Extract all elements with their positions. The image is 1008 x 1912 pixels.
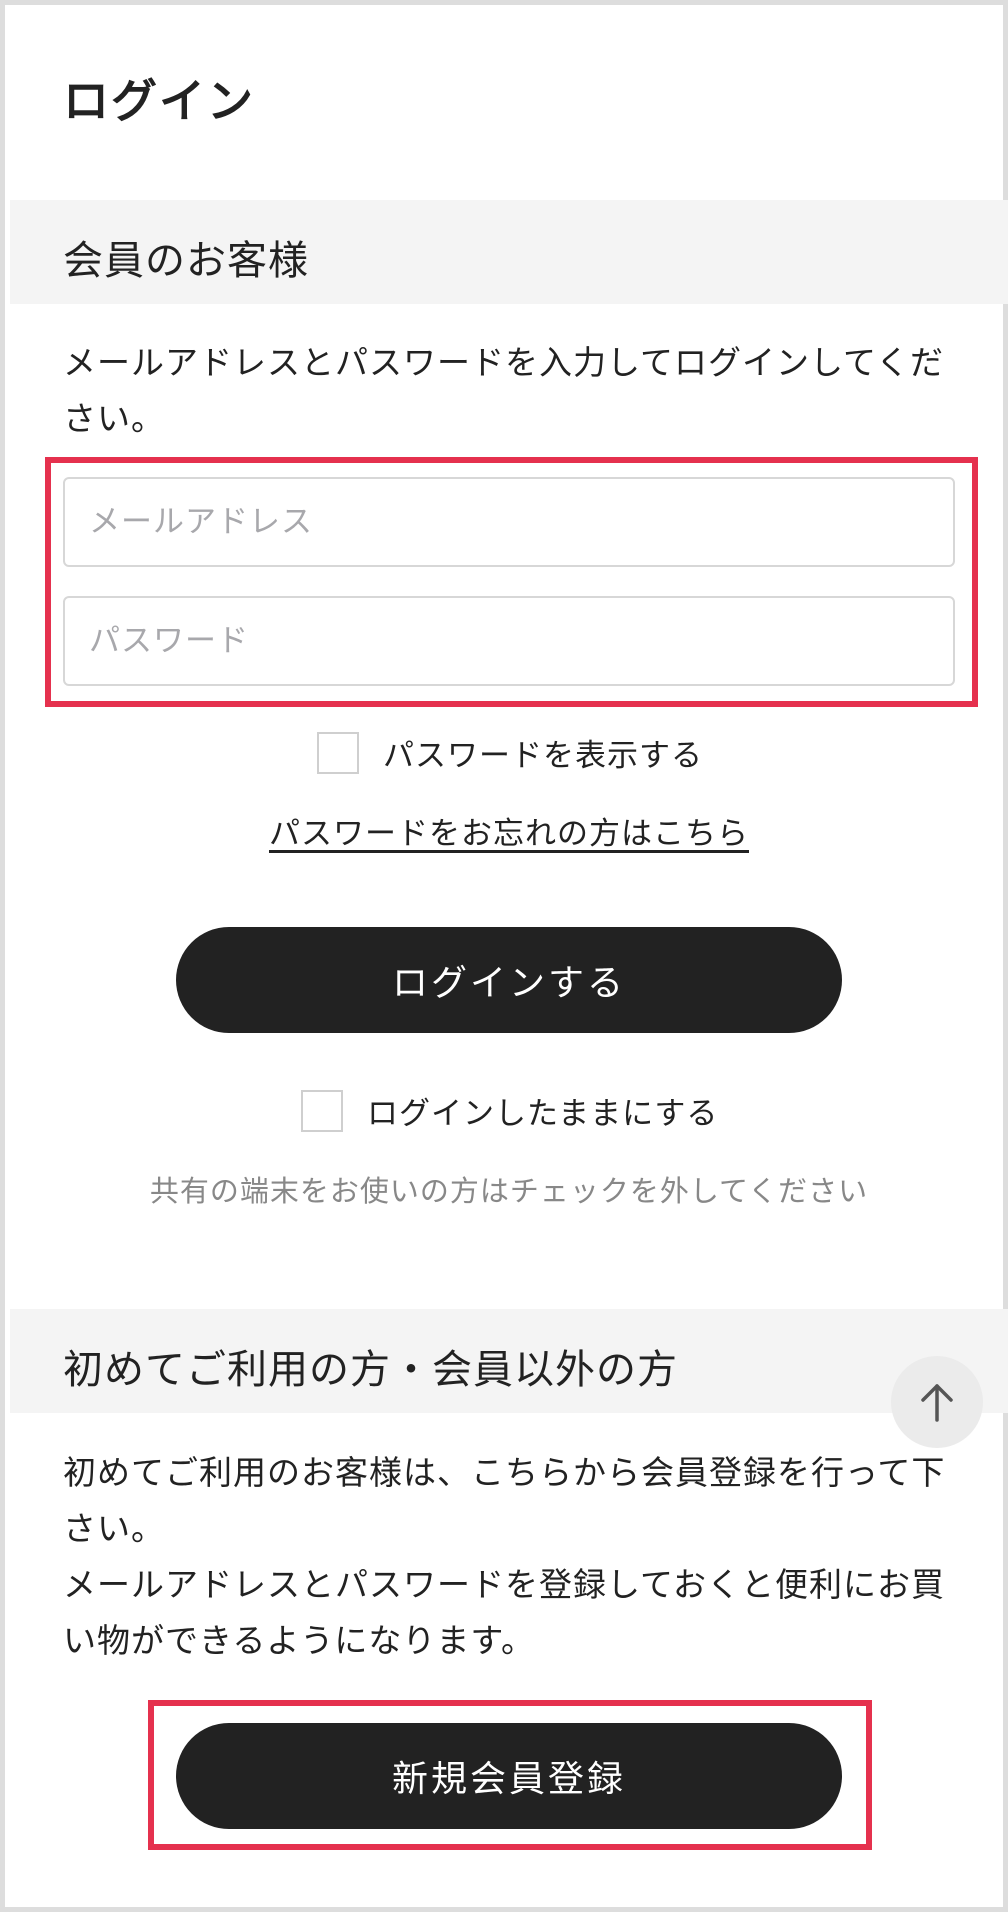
guest-section-header: 初めてご利用の方・会員以外の方 <box>10 1309 1008 1413</box>
show-password-row[interactable]: パスワードを表示する <box>317 730 703 775</box>
register-button[interactable]: 新規会員登録 <box>176 1723 842 1829</box>
page-title: ログイン <box>63 74 255 128</box>
guest-description-line1: 初めてご利用のお客様は、こちらから会員登録を行って下さい。 <box>63 1453 946 1548</box>
forgot-password-link[interactable]: パスワードをお忘れの方はこちら <box>269 816 749 852</box>
guest-description: 初めてご利用のお客様は、こちらから会員登録を行って下さい。 メールアドレスとパス… <box>63 1445 963 1669</box>
email-input[interactable] <box>63 477 955 567</box>
guest-section-title: 初めてご利用の方・会員以外の方 <box>63 1347 678 1393</box>
password-input[interactable] <box>63 596 955 686</box>
stay-logged-in-row[interactable]: ログインしたままにする <box>301 1088 718 1133</box>
member-section-title: 会員のお客様 <box>63 238 309 284</box>
login-button[interactable]: ログインする <box>176 927 842 1033</box>
scroll-to-top-button[interactable] <box>891 1356 983 1448</box>
guest-description-line2: メールアドレスとパスワードを登録しておくと便利にお買い物ができるようになります。 <box>63 1565 946 1660</box>
stay-logged-in-label: ログインしたままにする <box>367 1096 719 1132</box>
member-section-header: 会員のお客様 <box>10 200 1008 304</box>
arrow-up-icon <box>921 1384 953 1422</box>
shared-device-note: 共有の端末をお使いの方はチェックを外してください <box>149 1174 869 1208</box>
stay-logged-in-checkbox[interactable] <box>301 1089 343 1132</box>
show-password-label: パスワードを表示する <box>383 738 703 774</box>
login-page: ログイン 会員のお客様 メールアドレスとパスワードを入力してログインしてください… <box>0 0 1008 1912</box>
show-password-checkbox[interactable] <box>317 731 359 774</box>
login-instruction: メールアドレスとパスワードを入力してログインしてください。 <box>63 343 945 438</box>
forgot-password-row: パスワードをお忘れの方はこちら <box>5 808 1008 853</box>
